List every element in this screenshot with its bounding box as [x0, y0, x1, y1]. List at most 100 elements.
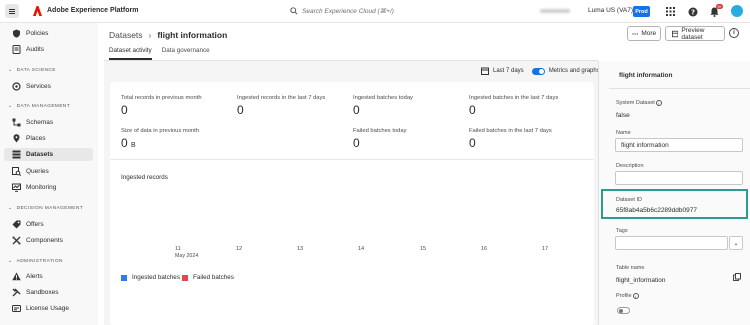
preview-icon: [672, 30, 679, 37]
tab-bar: Dataset activity Data governance: [109, 47, 220, 60]
more-button-label: More: [641, 30, 657, 37]
sidebar-item-audits[interactable]: Audits: [4, 43, 93, 56]
sidebar-item-license-usage[interactable]: License Usage: [4, 302, 93, 315]
sidebar-item-schemas[interactable]: Schemas: [4, 116, 93, 129]
chevron-down-icon: ⌄: [8, 67, 13, 73]
environment-badge[interactable]: Prod: [633, 6, 650, 17]
metric-value: 0: [237, 103, 244, 117]
metric-value: 0: [353, 103, 360, 117]
tags-dropdown-button[interactable]: ⌄: [729, 236, 743, 250]
tab-data-governance[interactable]: Data governance: [162, 47, 210, 60]
metric-ingested-batches-today: Ingested batches today 0: [353, 95, 413, 117]
notifications-bell-icon[interactable]: 9+: [709, 4, 723, 17]
x-tick: 15: [420, 246, 427, 252]
sidebar-item-label: Audits: [26, 46, 45, 53]
metric-label: Failed batches today: [353, 128, 407, 134]
monitoring-icon: [12, 183, 21, 192]
datasets-icon: [12, 150, 21, 159]
app-title[interactable]: Adobe Experience Platform: [47, 7, 138, 14]
breadcrumb-datasets-link[interactable]: Datasets: [109, 30, 143, 40]
legend-swatch-red: [182, 274, 188, 281]
name-field[interactable]: flight information: [615, 138, 743, 152]
metric-value: 0: [353, 136, 360, 150]
x-tick: 14: [358, 246, 365, 252]
org-switcher[interactable]: Luma US (VA7): [588, 7, 633, 14]
preview-dataset-button[interactable]: Preview dataset: [665, 26, 725, 41]
copy-icon[interactable]: [733, 273, 741, 281]
section-header-administration[interactable]: ⌄ ADMINISTRATION: [8, 258, 63, 264]
metric-value: 0: [121, 136, 128, 150]
search-placeholder: Search Experience Cloud (⌘+/): [302, 8, 394, 15]
metric-value: 0: [121, 103, 128, 117]
panel-title: flight information: [619, 72, 673, 79]
sidebar-item-sandboxes[interactable]: Sandboxes: [4, 286, 93, 299]
activity-card: [110, 82, 594, 325]
search-input[interactable]: Search Experience Cloud (⌘+/): [290, 5, 410, 17]
description-field[interactable]: [615, 171, 743, 185]
sidebar-item-alerts[interactable]: Alerts: [4, 270, 93, 283]
sidebar-item-offers[interactable]: Offers: [4, 218, 93, 231]
section-header-data-management[interactable]: ⌄ DATA MANAGEMENT: [8, 103, 70, 109]
info-icon[interactable]: i: [729, 28, 739, 38]
tags-field[interactable]: [615, 236, 728, 250]
sidebar-item-queries[interactable]: Queries: [4, 165, 93, 178]
sidebar-item-label: Places: [26, 135, 46, 142]
metric-value: 0: [469, 103, 476, 117]
audits-icon: [12, 45, 21, 54]
metric-label: Ingested batches today: [353, 95, 413, 101]
user-name-redacted: [540, 9, 570, 13]
info-icon[interactable]: i: [655, 100, 662, 106]
sidebar-item-label: Datasets: [26, 151, 54, 158]
metric-failed-batches-7d: Failed batches in the last 7 days 0: [469, 128, 552, 150]
sidebar-item-label: License Usage: [26, 305, 69, 312]
more-button[interactable]: ⋯ More: [627, 26, 661, 41]
info-icon[interactable]: i: [632, 293, 639, 299]
chevron-down-icon: ⌄: [733, 240, 739, 247]
system-dataset-label-text: System Dataset: [616, 100, 655, 106]
sidebar-item-monitoring[interactable]: Monitoring: [4, 181, 93, 194]
system-dataset-value: false: [616, 112, 630, 119]
sidebar-item-places[interactable]: Places: [4, 132, 93, 145]
name-label: Name: [616, 130, 631, 136]
notification-count-badge: 9+: [716, 4, 723, 9]
user-avatar[interactable]: [731, 5, 743, 17]
x-tick: 11: [175, 246, 181, 252]
sidebar-item-services[interactable]: Services: [4, 80, 93, 93]
legend-label: Ingested batches: [132, 274, 180, 281]
profile-toggle[interactable]: [617, 307, 630, 314]
preview-button-label: Preview dataset: [681, 26, 705, 41]
sidebar-item-label: Queries: [26, 168, 49, 175]
tab-dataset-activity[interactable]: Dataset activity: [109, 47, 152, 60]
date-range-label[interactable]: Last 7 days: [493, 68, 524, 74]
search-icon: [290, 7, 298, 15]
legend-label: Failed batches: [193, 274, 234, 281]
help-icon[interactable]: ?: [687, 6, 698, 17]
metrics-graphs-label: Metrics and graphs: [548, 68, 600, 74]
metric-label: Size of data in previous month: [121, 128, 199, 134]
sidebar-item-datasets[interactable]: Datasets: [4, 148, 93, 161]
x-tick-month: May 2024: [175, 253, 199, 259]
description-label: Description: [616, 163, 644, 169]
menu-toggle-button[interactable]: [5, 4, 19, 18]
apps-grid-icon[interactable]: [665, 6, 676, 17]
adobe-logo[interactable]: [33, 6, 42, 16]
date-range-controls: Last 7 days Metrics and graphs: [481, 67, 600, 75]
x-tick: 17: [542, 246, 549, 252]
sidebar-item-policies[interactable]: Policies: [4, 27, 93, 40]
metric-data-size: Size of data in previous month 0 B: [121, 128, 199, 150]
section-header-decision-management[interactable]: ⌄ DECISION MANAGEMENT: [8, 205, 83, 211]
panel-divider: [609, 88, 750, 89]
sidebar-item-components[interactable]: Components: [4, 234, 93, 247]
metrics-graphs-toggle[interactable]: [531, 67, 545, 75]
section-header-data-science[interactable]: ⌄ DATA SCIENCE: [8, 67, 56, 73]
metric-ingested-batches-7d: Ingested batches in the last 7 days 0: [469, 95, 558, 117]
metric-label: Ingested batches in the last 7 days: [469, 95, 559, 101]
chart-title: Ingested records: [121, 174, 168, 181]
card-divider: [110, 159, 594, 160]
legend-failed-batches: Failed batches: [182, 274, 234, 281]
profile-label-text: Profile: [616, 293, 632, 299]
calendar-icon[interactable]: [481, 67, 489, 75]
services-icon: [12, 82, 21, 91]
legend-swatch-blue: [121, 274, 127, 281]
page-title: flight information: [157, 30, 228, 40]
